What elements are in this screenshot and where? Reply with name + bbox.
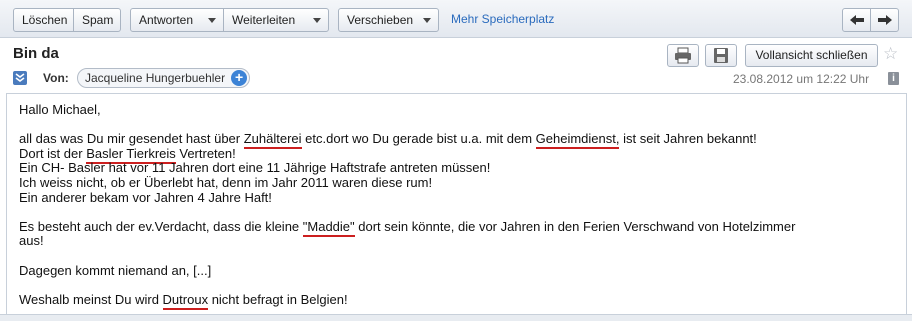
reply-button[interactable]: Antworten xyxy=(130,8,224,32)
body-line: Dort ist der Basler Tierkreis Vertreten! xyxy=(19,145,899,164)
message-subject: Bin da xyxy=(13,45,59,62)
body-line: Es besteht auch der ev.Verdacht, dass di… xyxy=(19,218,899,237)
spam-button[interactable]: Spam xyxy=(73,8,121,32)
highlight-underline: Geheimdienst, xyxy=(535,131,620,150)
body-line: all das was Du mir gesendet hast über Zu… xyxy=(19,131,899,150)
delete-button[interactable]: Löschen xyxy=(13,8,74,32)
body-line: aus! xyxy=(19,233,44,249)
body-line: Hallo Michael, xyxy=(19,102,101,117)
save-button[interactable] xyxy=(705,44,737,67)
highlight-underline: Dutroux xyxy=(162,291,209,310)
close-fullview-button[interactable]: Vollansicht schließen xyxy=(745,44,878,67)
star-icon[interactable]: ☆ xyxy=(883,45,898,63)
next-message-button[interactable] xyxy=(870,8,899,32)
body-line: Ich weiss nicht, ob er Überlebt hat, den… xyxy=(19,174,433,190)
forward-button[interactable]: Weiterleiten xyxy=(223,8,329,32)
forward-label: Weiterleiten xyxy=(232,13,296,27)
message-body: Hallo Michael, all das was Du mir gesend… xyxy=(19,102,899,310)
chevron-double-down-icon xyxy=(15,73,25,82)
move-button[interactable]: Verschieben xyxy=(338,8,439,32)
body-line: Dagegen kommt niemand an, [...] xyxy=(19,262,212,278)
body-line: Ein anderer bekam vor Jahren 4 Jahre Haf… xyxy=(19,189,272,205)
info-icon[interactable]: i xyxy=(888,72,899,85)
reply-label: Antworten xyxy=(139,13,194,27)
arrow-right-icon xyxy=(878,15,892,25)
from-label: Von: xyxy=(43,71,69,85)
toolbar: Löschen Spam Antworten Weiterleiten Vers… xyxy=(0,0,912,38)
expand-icon[interactable] xyxy=(13,71,27,85)
body-line: Weshalb meinst Du wird Dutroux nicht bef… xyxy=(19,291,899,310)
save-icon xyxy=(714,48,728,63)
sender-chip[interactable]: Jacqueline Hungerbuehler + xyxy=(77,68,251,88)
chevron-down-icon[interactable] xyxy=(208,18,216,23)
chevron-down-icon[interactable] xyxy=(423,18,431,23)
highlight-underline: "Maddie" xyxy=(302,218,355,237)
printer-icon xyxy=(675,47,691,64)
highlight-underline: Zuhälterei xyxy=(243,131,302,150)
message-date: 23.08.2012 um 12:22 Uhr xyxy=(733,72,870,86)
move-label: Verschieben xyxy=(347,13,414,27)
previous-message-button[interactable] xyxy=(842,8,871,32)
bottom-bar xyxy=(0,314,912,321)
plus-icon[interactable]: + xyxy=(231,70,248,86)
arrow-left-icon xyxy=(850,15,864,25)
sender-name: Jacqueline Hungerbuehler xyxy=(85,71,226,85)
body-line: Ein CH- Basler hat vor 11 Jahren dort ei… xyxy=(19,160,491,176)
print-button[interactable] xyxy=(667,44,699,67)
more-storage-link[interactable]: Mehr Speicherplatz xyxy=(451,12,554,26)
chevron-down-icon[interactable] xyxy=(313,18,321,23)
